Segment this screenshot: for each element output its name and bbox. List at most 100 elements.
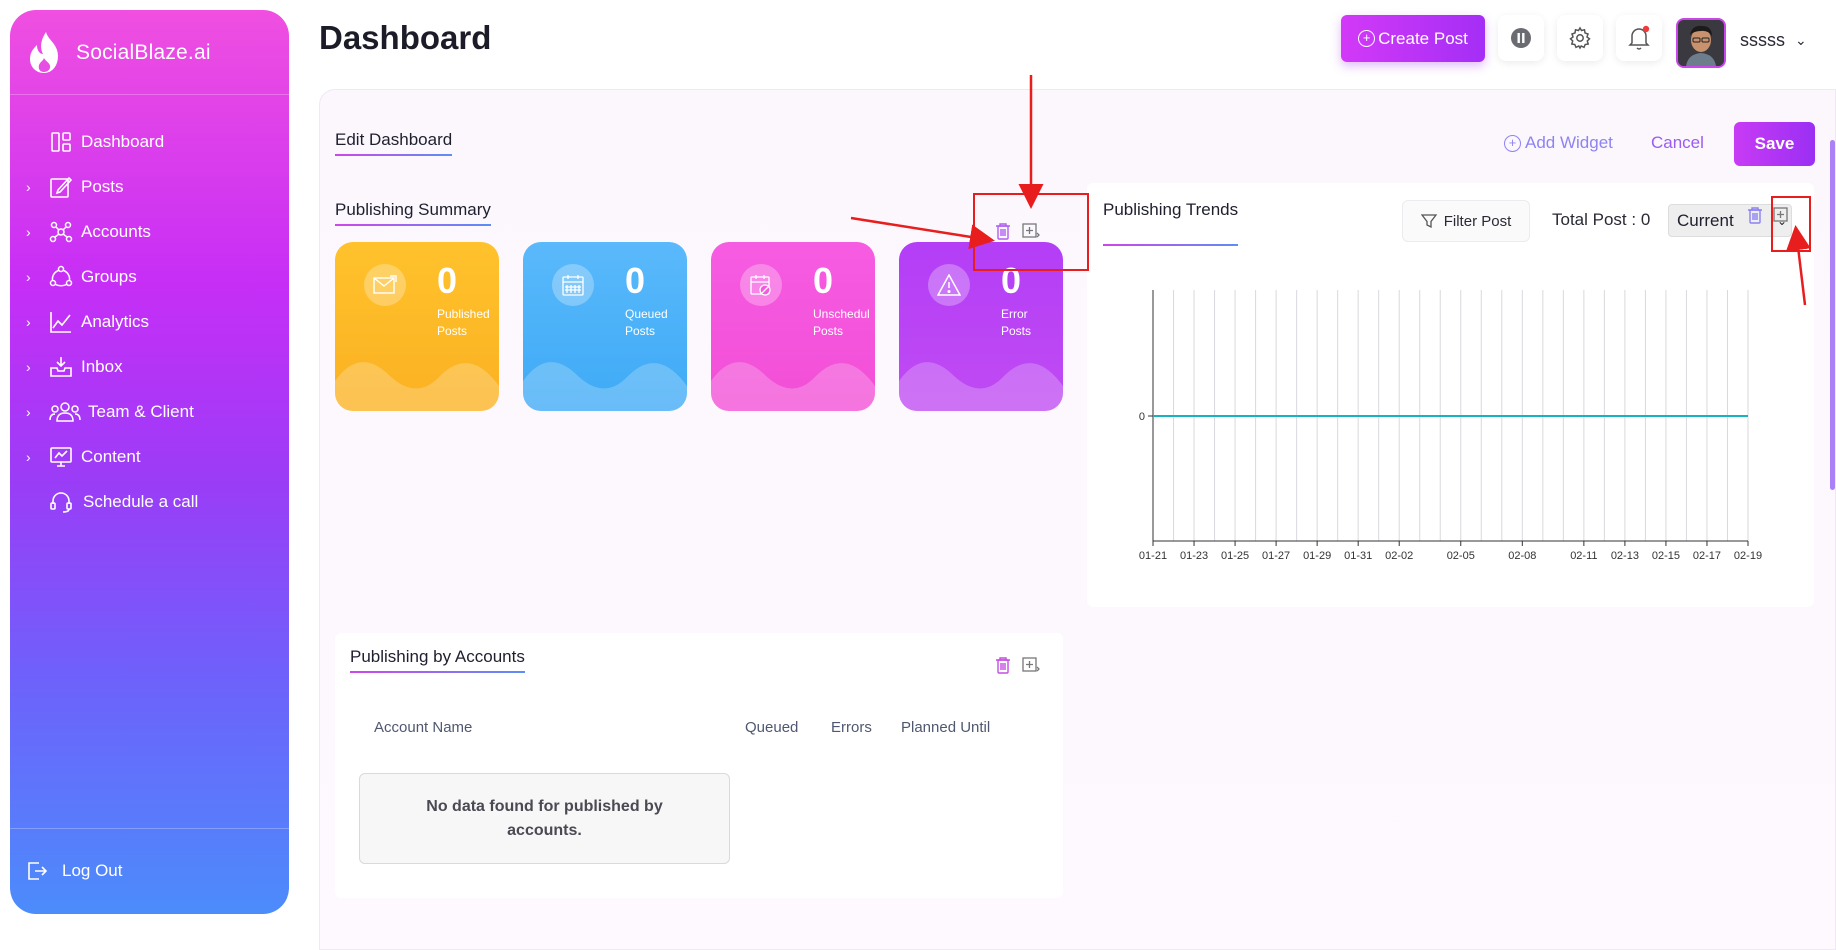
column-header-errors[interactable]: Errors: [831, 719, 872, 736]
sidebar-item-label: Accounts: [81, 222, 151, 241]
empty-state-text: No data found for published by accounts.: [426, 797, 663, 839]
edit-dashboard-tab[interactable]: Edit Dashboard: [335, 130, 453, 156]
x-tick-label: 02-19: [1734, 550, 1762, 562]
brand[interactable]: SocialBlaze.ai: [24, 28, 211, 78]
x-tick-label: 02-15: [1652, 550, 1680, 562]
x-tick-label: 01-25: [1221, 550, 1249, 562]
sidebar-item-team-client[interactable]: › Team & Client: [10, 394, 289, 430]
stat-label-line: Unschedul: [813, 307, 870, 321]
widget-title-text: Publishing Trends: [1103, 200, 1239, 219]
delete-widget-button[interactable]: [1745, 205, 1765, 225]
brand-name: SocialBlaze.ai: [76, 41, 211, 64]
sidebar-item-label: Analytics: [81, 312, 150, 331]
pause-icon: [1511, 28, 1531, 48]
sidebar-item-groups[interactable]: › Groups: [10, 259, 289, 295]
sidebar-item-label: Team & Client: [88, 402, 194, 421]
chevron-right-icon: ›: [26, 314, 31, 330]
column-header-queued[interactable]: Queued: [745, 719, 798, 736]
sidebar-item-label: Content: [81, 447, 141, 466]
delete-widget-button[interactable]: [993, 655, 1013, 675]
unscheduled-posts-card[interactable]: 0 Unschedul Posts: [711, 242, 875, 411]
inbox-icon: [46, 352, 76, 382]
empty-state-message: No data found for published by accounts.: [359, 773, 730, 864]
published-posts-card[interactable]: 0 Published Posts: [335, 242, 499, 411]
chevron-right-icon: ›: [26, 404, 31, 420]
sidebar-item-accounts[interactable]: › Accounts: [10, 214, 289, 250]
chevron-right-icon: ›: [26, 359, 31, 375]
add-widget-label: Add Widget: [1525, 133, 1613, 152]
sidebar-item-dashboard[interactable]: Dashboard: [10, 124, 289, 160]
settings-button[interactable]: [1557, 15, 1603, 61]
create-post-button[interactable]: + Create Post: [1341, 15, 1485, 62]
content-icon: [46, 442, 76, 472]
add-widget-button[interactable]: + Add Widget: [1504, 133, 1613, 153]
edit-dashboard-label: Edit Dashboard: [335, 130, 453, 149]
gear-icon: [1569, 26, 1591, 50]
scrollbar-thumb[interactable]: [1830, 140, 1835, 490]
card-wave-decoration: [523, 362, 687, 411]
x-tick-label: 01-23: [1180, 550, 1208, 562]
x-tick-label: 01-27: [1262, 550, 1290, 562]
stat-label: Error Posts: [1001, 306, 1063, 340]
user-photo-icon: [1678, 20, 1724, 66]
chevron-right-icon: ›: [26, 224, 31, 240]
resize-widget-button[interactable]: [1021, 656, 1041, 676]
queued-posts-card[interactable]: 0 Queued Posts: [523, 242, 687, 411]
flame-logo-icon: [30, 32, 58, 73]
chevron-down-icon: ⌄: [1795, 32, 1807, 48]
bell-icon: [1628, 25, 1650, 50]
stat-label-line: Posts: [813, 324, 844, 338]
dashboard-icon: [46, 127, 76, 157]
title-underline: [1103, 244, 1239, 246]
x-tick-label: 01-29: [1303, 550, 1331, 562]
user-menu[interactable]: sssss ⌄: [1740, 30, 1807, 51]
avatar[interactable]: [1676, 18, 1726, 68]
column-header-account-name[interactable]: Account Name: [374, 719, 472, 736]
title-underline: [350, 671, 525, 673]
chevron-right-icon: ›: [26, 269, 31, 285]
x-tick-label: 02-05: [1447, 550, 1475, 562]
card-wave-decoration: [711, 362, 875, 411]
cancel-button[interactable]: Cancel: [1651, 133, 1704, 153]
logout-button[interactable]: Log Out: [26, 860, 123, 882]
x-tick-label: 02-11: [1570, 550, 1597, 562]
x-tick-label: 02-13: [1611, 550, 1639, 562]
sidebar-item-label: Dashboard: [81, 132, 165, 151]
calendar-grid-icon: [552, 264, 594, 306]
column-header-planned-until[interactable]: Planned Until: [901, 719, 990, 736]
sidebar-item-posts[interactable]: › Posts: [10, 169, 289, 205]
stat-label-line: Posts: [1001, 324, 1032, 338]
sidebar-divider: [10, 94, 289, 95]
warning-icon: [928, 264, 970, 306]
sidebar-item-content[interactable]: › Content: [10, 439, 289, 475]
x-tick-label: 02-08: [1508, 550, 1536, 562]
chevron-right-icon: ›: [26, 179, 31, 195]
groups-icon: [46, 262, 76, 292]
stat-label: Unschedul Posts: [813, 306, 875, 340]
logout-icon: [28, 862, 48, 880]
calendar-cancel-icon: [740, 264, 782, 306]
sidebar-item-label: Inbox: [81, 357, 123, 376]
sidebar-item-schedule-call[interactable]: Schedule a call: [10, 484, 289, 520]
publishing-summary-title: Publishing Summary: [335, 200, 491, 226]
x-tick-label: 01-21: [1139, 550, 1167, 562]
stat-label: Queued Posts: [625, 306, 687, 340]
pause-button[interactable]: [1498, 15, 1544, 61]
sidebar-item-label: Posts: [81, 177, 124, 196]
stat-label-line: Queued: [625, 307, 668, 321]
sidebar: SocialBlaze.ai Dashboard › Posts › Accou…: [10, 10, 289, 914]
team-icon: [46, 397, 84, 427]
x-tick-label: 02-17: [1693, 550, 1721, 562]
sidebar-item-inbox[interactable]: › Inbox: [10, 349, 289, 385]
notifications-button[interactable]: [1616, 15, 1662, 61]
sidebar-item-analytics[interactable]: › Analytics: [10, 304, 289, 340]
save-button[interactable]: Save: [1734, 122, 1815, 166]
x-tick-label: 02-02: [1385, 550, 1413, 562]
username: sssss: [1740, 30, 1785, 50]
filter-post-button[interactable]: Filter Post: [1402, 200, 1530, 242]
stat-label-line: Error: [1001, 307, 1028, 321]
card-wave-decoration: [335, 362, 499, 411]
edit-icon: [46, 172, 76, 202]
stat-value: 0: [813, 260, 834, 301]
sidebar-divider: [10, 828, 289, 829]
